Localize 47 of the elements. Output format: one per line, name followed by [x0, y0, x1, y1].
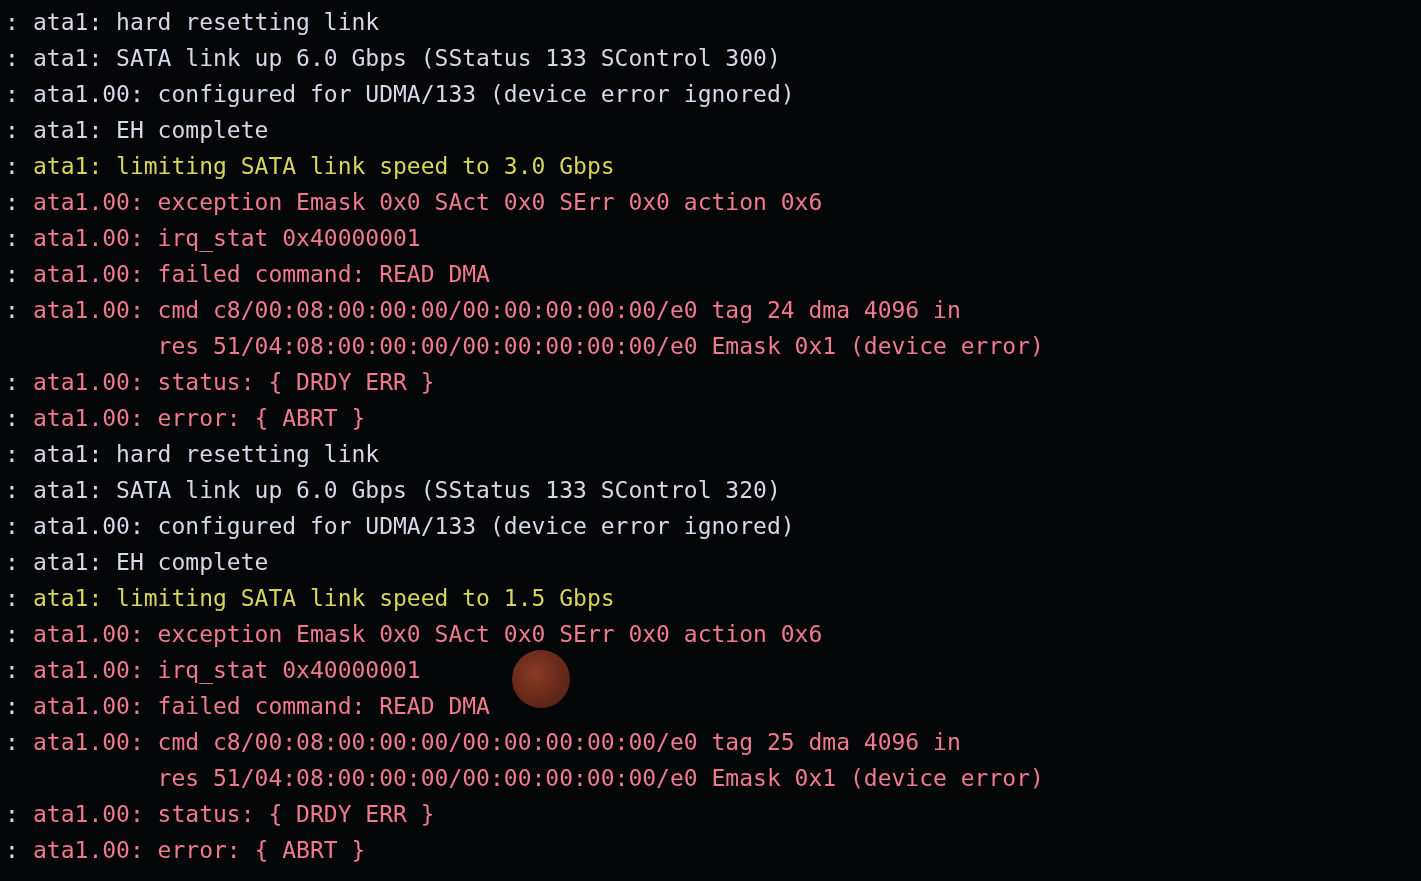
log-prefix: :: [5, 404, 20, 433]
log-message: res 51/04:08:00:00:00/00:00:00:00:00/e0 Emask 0x1 (device error): [157, 332, 1044, 361]
log-prefix: :: [5, 152, 20, 181]
log-message: ata1: limiting SATA link speed to 1.5 Gbps: [33, 584, 615, 613]
log-prefix: :: [5, 224, 20, 253]
log-message: ata1.00: failed command: READ DMA: [33, 692, 490, 721]
log-prefix: :: [5, 80, 20, 109]
log-message: ata1: hard resetting link: [33, 440, 380, 469]
log-message: ata1.00: exception Emask 0x0 SAct 0x0 SErr 0x0 action 0x6: [33, 620, 823, 649]
log-message: ata1: EH complete: [33, 116, 269, 145]
log-prefix: :: [5, 116, 20, 145]
log-message: ata1.00: exception Emask 0x0 SAct 0x0 SErr 0x0 action 0x6: [33, 188, 823, 217]
log-prefix: :: [5, 692, 20, 721]
log-message: ata1.00: irq_stat 0x40000001: [33, 224, 421, 254]
log-message: ata1: limiting SATA link speed to 3.0 Gbps: [33, 152, 615, 181]
log-message: res 51/04:08:00:00:00/00:00:00:00:00/e0 Emask 0x1 (device error): [157, 764, 1044, 793]
log-message: ata1.00: cmd c8/00:08:00:00:00/00:00:00:00:00/e0 tag 25 dma 4096 in: [33, 728, 961, 757]
log-message: ata1.00: error: { ABRT }: [33, 404, 366, 433]
log-message: ata1.00: irq_stat 0x40000001: [33, 656, 421, 686]
log-prefix: :: [5, 476, 20, 505]
log-prefix: :: [5, 656, 20, 685]
log-message: ata1: SATA link up 6.0 Gbps (SStatus 133 SControl 300): [33, 44, 781, 73]
log-message: ata1.00: configured for UDMA/133 (device error ignored): [33, 512, 795, 541]
log-message: ata1: EH complete: [33, 548, 269, 577]
log-message: ata1: SATA link up 6.0 Gbps (SStatus 133 SControl 320): [33, 476, 781, 505]
log-prefix: :: [5, 620, 20, 649]
log-message: ata1.00: status: { DRDY ERR }: [33, 368, 435, 397]
log-message: ata1.00: configured for UDMA/133 (device error ignored): [33, 80, 795, 109]
log-prefix: :: [5, 8, 20, 37]
log-prefix: :: [5, 296, 20, 325]
log-message: ata1.00: failed command: READ DMA: [33, 260, 490, 289]
moon-drawing: [512, 650, 570, 708]
log-prefix: :: [5, 728, 20, 757]
log-prefix: :: [5, 548, 20, 577]
log-prefix: :: [5, 512, 20, 541]
log-message: ata1: hard resetting link: [33, 8, 380, 37]
log-prefix: :: [5, 260, 20, 289]
log-message: ata1.00: status: { DRDY ERR }: [33, 800, 435, 829]
log-prefix: :: [5, 368, 20, 397]
log-prefix: :: [5, 440, 20, 469]
log-prefix: :: [5, 188, 20, 217]
log-prefix: :: [5, 44, 20, 73]
log-prefix: :: [5, 584, 20, 613]
log-message: ata1.00: cmd c8/00:08:00:00:00/00:00:00:00:00/e0 tag 24 dma 4096 in: [33, 296, 961, 325]
log-prefix: :: [5, 800, 20, 829]
log-message: ata1.00: error: { ABRT }: [33, 836, 366, 865]
log-prefix: :: [5, 836, 20, 865]
